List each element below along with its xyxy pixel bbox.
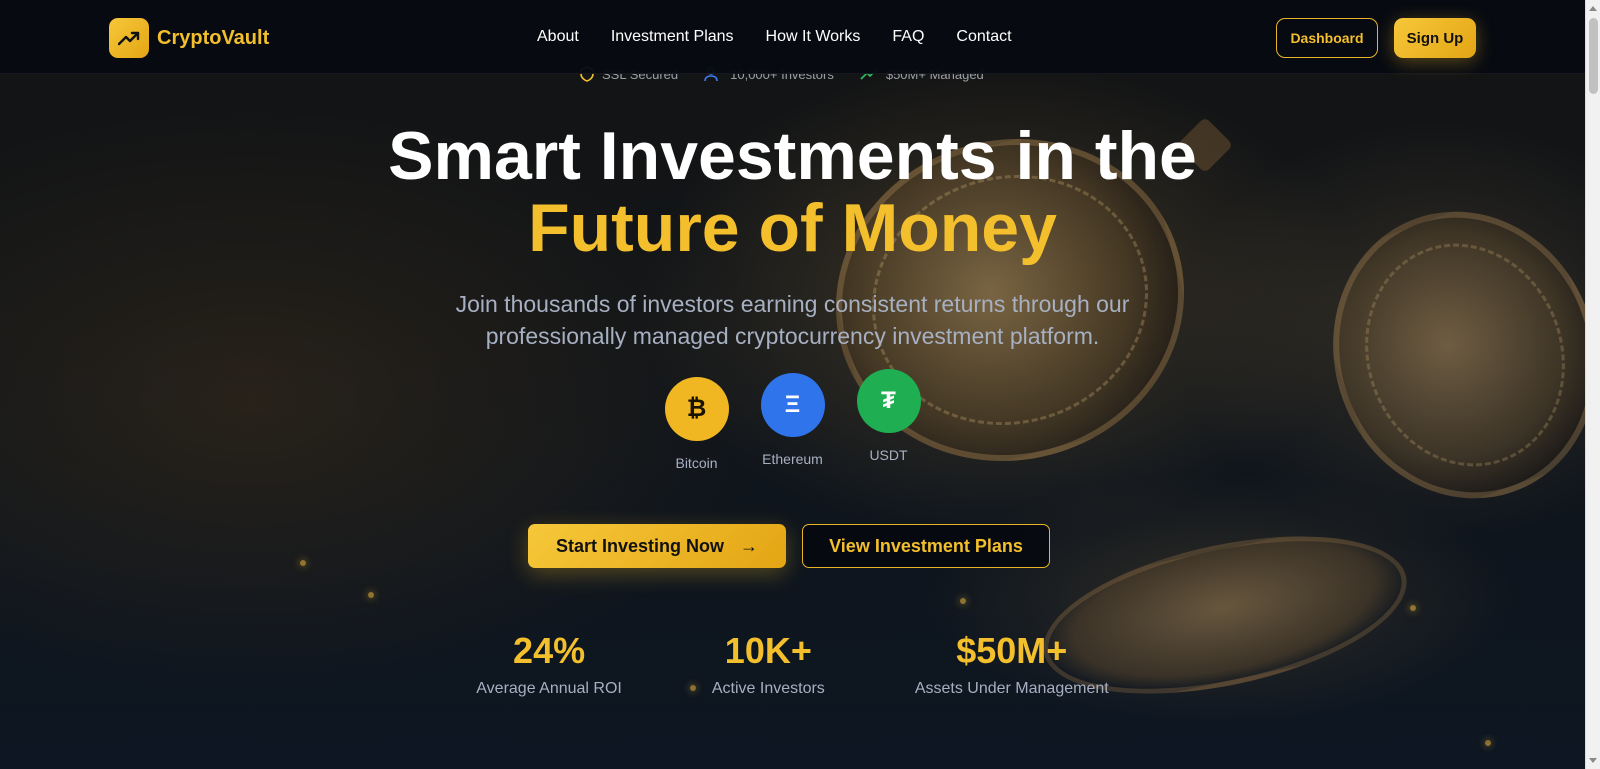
- hero-title-line1: Smart Investments in the: [388, 118, 1197, 194]
- nav-links: About Investment Plans How It Works FAQ …: [537, 28, 1012, 46]
- stat-value: $50M+: [956, 630, 1068, 671]
- nav-link-investment-plans[interactable]: Investment Plans: [611, 28, 734, 46]
- signup-button[interactable]: Sign Up: [1394, 18, 1476, 58]
- stats-row: 24% Average Annual ROI 10K+ Active Inves…: [0, 630, 1585, 698]
- glow-dot: [960, 598, 966, 604]
- glow-dot: [1485, 740, 1491, 746]
- coin-label: USDT: [869, 447, 908, 463]
- stat-value: 24%: [513, 630, 586, 671]
- scroll-down-icon[interactable]: [1589, 758, 1597, 763]
- ethereum-icon: Ξ: [760, 373, 825, 437]
- coin-usdt: ₮ USDT: [856, 369, 921, 471]
- usdt-icon: ₮: [856, 369, 921, 433]
- trending-up-icon: [109, 18, 149, 58]
- supported-coins: ₿ Bitcoin Ξ Ethereum ₮ USDT: [0, 369, 1585, 471]
- stat-label: Average Annual ROI: [476, 680, 622, 697]
- bitcoin-icon: ₿: [664, 377, 729, 441]
- coin-ethereum: Ξ Ethereum: [760, 373, 825, 471]
- nav-link-about[interactable]: About: [537, 28, 579, 46]
- start-investing-label: Start Investing Now: [555, 535, 725, 556]
- glow-dot: [300, 560, 306, 566]
- brand-logo[interactable]: CryptoVault: [109, 18, 269, 58]
- stat-label: Assets Under Management: [914, 680, 1109, 697]
- hero-subtitle: Join thousands of investors earning cons…: [455, 291, 1130, 349]
- vertical-scrollbar[interactable]: [1585, 0, 1600, 769]
- scroll-thumb[interactable]: [1589, 18, 1598, 94]
- nav-link-how-it-works[interactable]: How It Works: [766, 28, 861, 46]
- navbar: CryptoVault About Investment Plans How I…: [0, 0, 1585, 74]
- start-investing-button[interactable]: Start Investing Now →: [528, 524, 786, 568]
- stat-value: 10K+: [724, 630, 812, 671]
- hero-title-line2: Future of Money: [528, 190, 1057, 266]
- stat-assets: $50M+ Assets Under Management: [915, 630, 1109, 698]
- nav-link-faq[interactable]: FAQ: [892, 28, 924, 46]
- arrow-right-icon: →: [740, 535, 759, 556]
- hero-page: SSL Secured 10,000+ Investors $50M+ Mana…: [0, 0, 1585, 769]
- hero-title: Smart Investments in the Future of Money: [0, 120, 1585, 264]
- glow-dot: [1410, 605, 1416, 611]
- glow-dot: [368, 592, 374, 598]
- coin-label: Ethereum: [762, 451, 823, 467]
- nav-link-contact[interactable]: Contact: [956, 28, 1011, 46]
- dashboard-button[interactable]: Dashboard: [1276, 18, 1378, 58]
- brand-name: CryptoVault: [157, 26, 270, 49]
- stat-label: Active Investors: [711, 680, 825, 697]
- view-plans-button[interactable]: View Investment Plans: [802, 524, 1050, 568]
- coin-bitcoin: ₿ Bitcoin: [664, 377, 729, 471]
- coin-label: Bitcoin: [675, 455, 718, 471]
- stat-roi: 24% Average Annual ROI: [476, 630, 622, 698]
- stat-investors: 10K+ Active Investors: [712, 630, 825, 698]
- scroll-up-icon[interactable]: [1589, 6, 1597, 11]
